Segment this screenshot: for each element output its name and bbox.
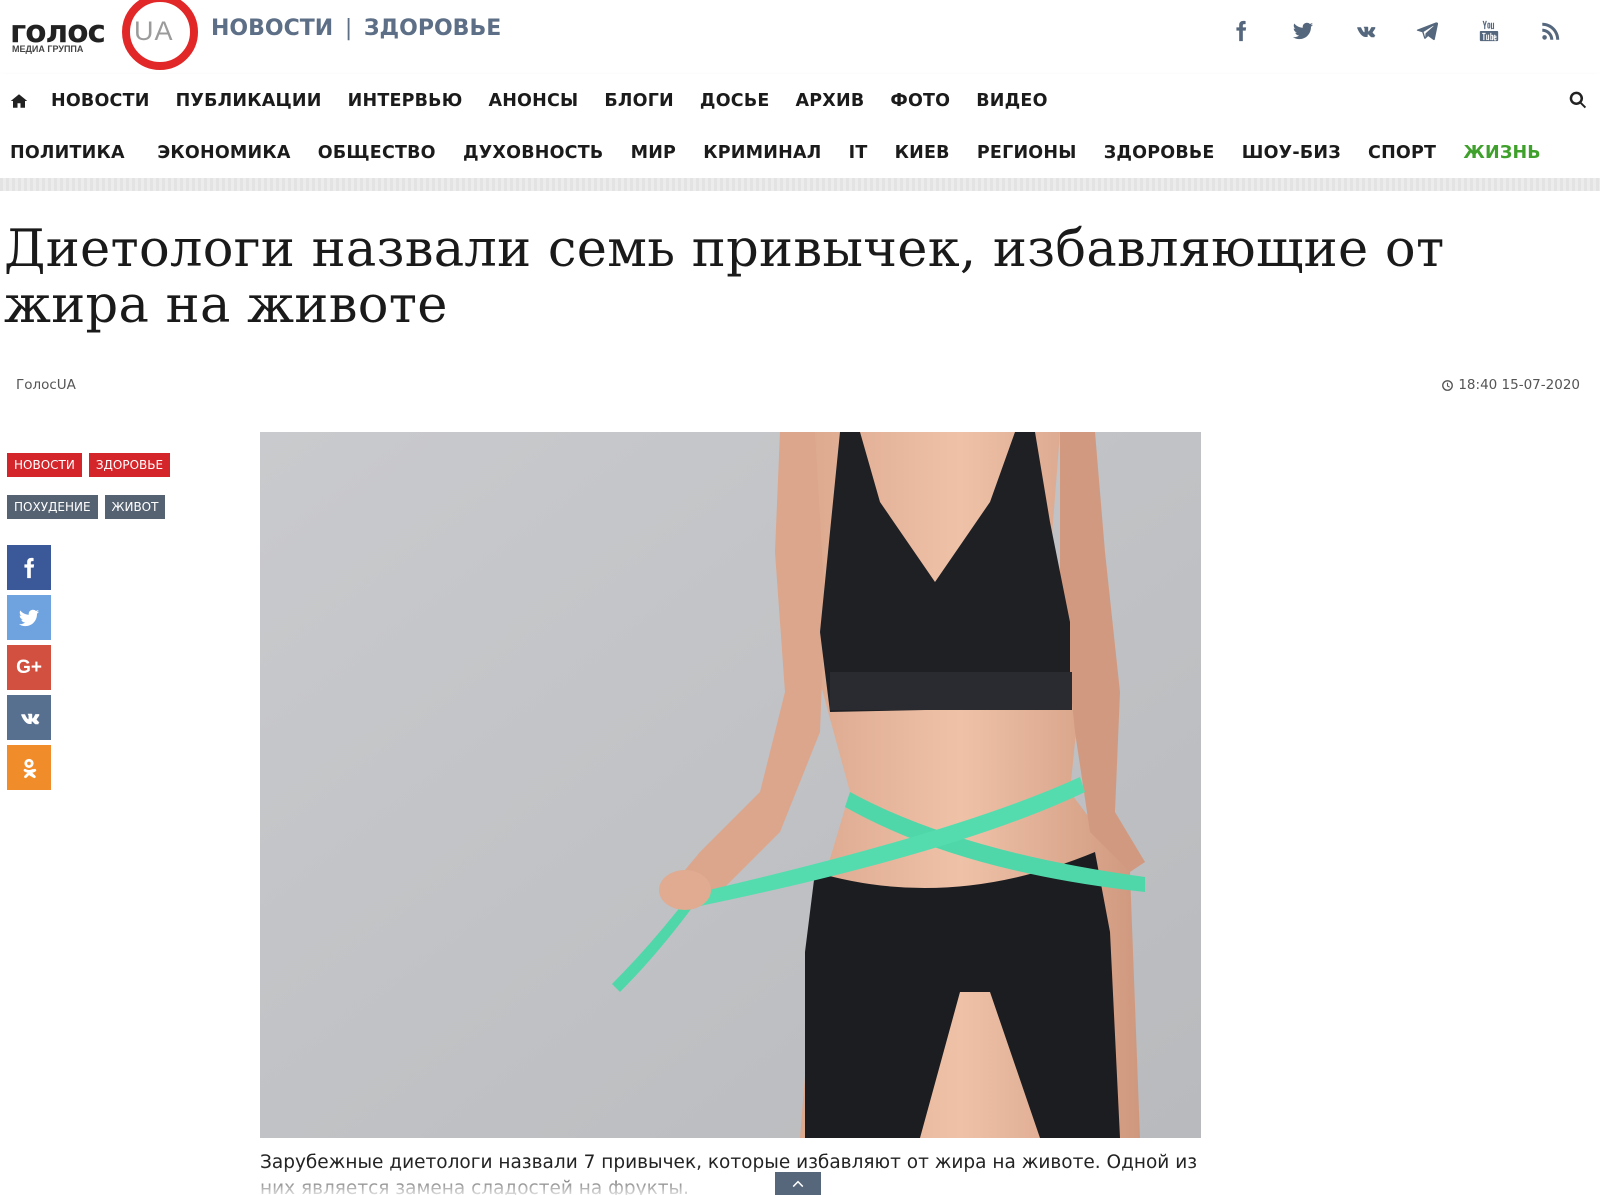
- nav-item-archive[interactable]: АРХИВ: [783, 91, 878, 111]
- search-icon[interactable]: [1568, 90, 1590, 112]
- rubric-tags: НОВОСТИ ЗДОРОВЬЕ: [7, 453, 171, 477]
- category-world[interactable]: МИР: [617, 143, 690, 163]
- article-image: [260, 432, 1201, 1138]
- logo-subtitle: МЕДИА ГРУППА: [12, 44, 84, 54]
- nav-item-news[interactable]: НОВОСТИ: [38, 91, 163, 111]
- header-divider: [0, 178, 1600, 191]
- odnoklassniki-icon: [23, 758, 37, 778]
- datetime-text: 18:40 15-07-2020: [1458, 377, 1580, 393]
- clock-icon: [1442, 379, 1454, 391]
- article-title: Диетологи назвали семь привычек, избавля…: [4, 220, 1445, 335]
- scroll-to-top-button[interactable]: [775, 1172, 821, 1195]
- category-economy[interactable]: ЭКОНОМИКА: [144, 143, 304, 163]
- share-twitter-button[interactable]: [7, 595, 51, 640]
- home-icon[interactable]: [0, 74, 38, 128]
- chevron-up-icon: [792, 1180, 804, 1187]
- category-life[interactable]: ЖИЗНЬ: [1450, 143, 1555, 163]
- nav-item-publications[interactable]: ПУБЛИКАЦИИ: [163, 91, 335, 111]
- tag-health[interactable]: ЗДОРОВЬЕ: [88, 453, 171, 477]
- article-author[interactable]: ГолосUA: [16, 377, 76, 393]
- share-google-plus-button[interactable]: G+: [7, 645, 51, 690]
- section-link-news[interactable]: НОВОСТИ: [211, 16, 333, 41]
- google-plus-icon: G+: [16, 656, 42, 678]
- section-title: НОВОСТИ | ЗДОРОВЬЕ: [211, 16, 501, 41]
- nav-item-photo[interactable]: ФОТО: [877, 91, 963, 111]
- share-facebook-button[interactable]: [7, 545, 51, 590]
- category-society[interactable]: ОБЩЕСТВО: [304, 143, 449, 163]
- vk-icon[interactable]: [1334, 16, 1396, 46]
- main-nav-items: НОВОСТИ ПУБЛИКАЦИИ ИНТЕРВЬЮ АНОНСЫ БЛОГИ…: [38, 91, 1061, 111]
- tag-weight-loss[interactable]: ПОХУДЕНИЕ: [7, 495, 98, 519]
- category-sport[interactable]: СПОРТ: [1354, 143, 1449, 163]
- tag-belly[interactable]: ЖИВОТ: [104, 495, 166, 519]
- share-vk-button[interactable]: [7, 695, 51, 740]
- share-buttons: G+: [7, 545, 51, 795]
- site-logo[interactable]: голос МЕДИА ГРУППА UA: [10, 0, 198, 70]
- twitter-icon: [18, 609, 40, 626]
- category-spirituality[interactable]: ДУХОВНОСТЬ: [449, 143, 617, 163]
- tag-news[interactable]: НОВОСТИ: [7, 453, 82, 477]
- top-header: голос МЕДИА ГРУППА UA НОВОСТИ | ЗДОРОВЬЕ: [0, 0, 1600, 74]
- logo-ua: UA: [134, 16, 174, 46]
- header-social-links: [1210, 16, 1582, 46]
- category-regions[interactable]: РЕГИОНЫ: [963, 143, 1090, 163]
- category-kyiv[interactable]: КИЕВ: [881, 143, 963, 163]
- nav-item-video[interactable]: ВИДЕО: [963, 91, 1060, 111]
- facebook-icon[interactable]: [1210, 16, 1272, 46]
- nav-item-blogs[interactable]: БЛОГИ: [591, 91, 687, 111]
- category-showbiz[interactable]: ШОУ-БИЗ: [1228, 143, 1354, 163]
- category-nav: ПОЛИТИКА ЭКОНОМИКА ОБЩЕСТВО ДУХОВНОСТЬ М…: [0, 128, 1600, 178]
- rss-icon[interactable]: [1520, 16, 1582, 46]
- category-it[interactable]: IT: [835, 143, 881, 163]
- youtube-icon[interactable]: [1458, 16, 1520, 46]
- main-nav: НОВОСТИ ПУБЛИКАЦИИ ИНТЕРВЬЮ АНОНСЫ БЛОГИ…: [0, 74, 1600, 128]
- article-lead: Зарубежные диетологи назвали 7 привычек,…: [260, 1152, 1198, 1195]
- section-separator: |: [344, 16, 353, 41]
- nav-item-dossier[interactable]: ДОСЬЕ: [687, 91, 783, 111]
- category-health[interactable]: ЗДОРОВЬЕ: [1090, 143, 1228, 163]
- twitter-icon[interactable]: [1272, 16, 1334, 46]
- keyword-tags: ПОХУДЕНИЕ ЖИВОТ: [7, 495, 170, 519]
- share-odnoklassniki-button[interactable]: [7, 745, 51, 790]
- nav-item-interviews[interactable]: ИНТЕРВЬЮ: [335, 91, 476, 111]
- article-datetime: 18:40 15-07-2020: [1441, 377, 1580, 393]
- facebook-icon: [24, 557, 35, 578]
- category-politics[interactable]: ПОЛИТИКА: [0, 143, 144, 163]
- category-crime[interactable]: КРИМИНАЛ: [690, 143, 835, 163]
- article-tags: НОВОСТИ ЗДОРОВЬЕ ПОХУДЕНИЕ ЖИВОТ: [7, 453, 171, 537]
- vk-icon: [21, 713, 40, 724]
- nav-item-announcements[interactable]: АНОНСЫ: [475, 91, 591, 111]
- section-link-health[interactable]: ЗДОРОВЬЕ: [364, 16, 501, 41]
- telegram-icon[interactable]: [1396, 16, 1458, 46]
